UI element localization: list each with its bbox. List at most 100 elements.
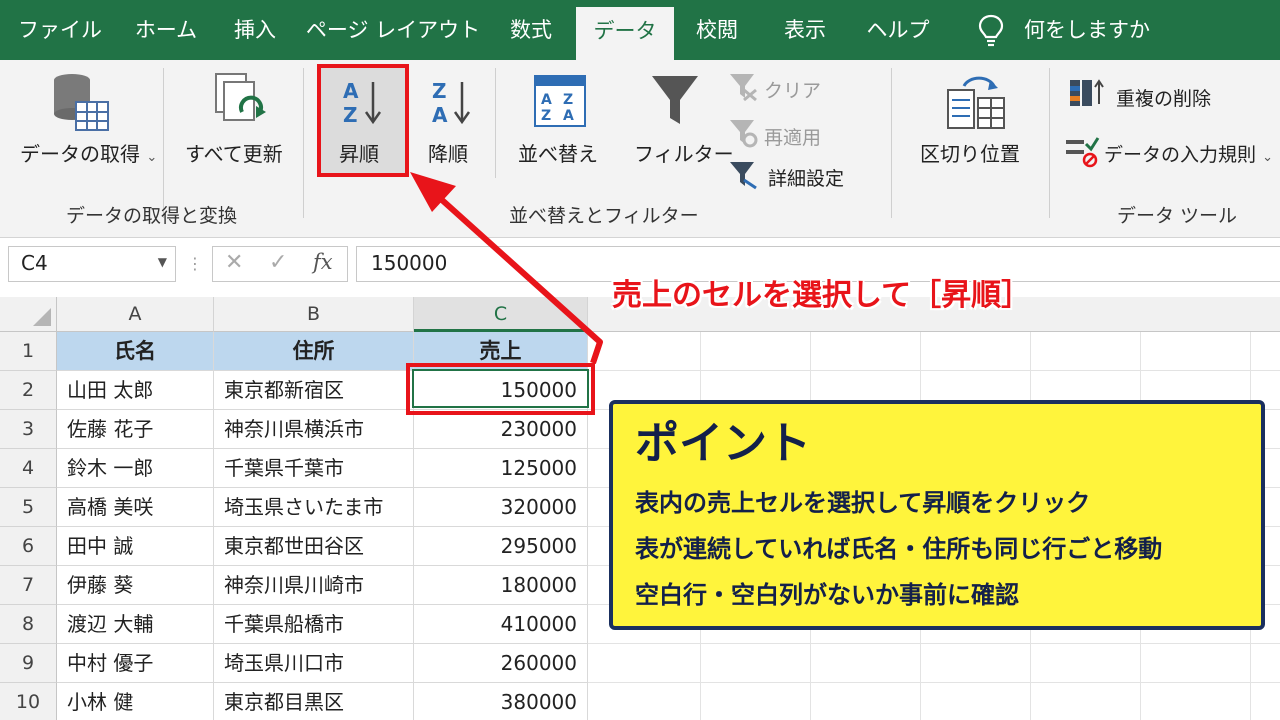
drag-handle-icon[interactable]: ⋮ [187, 254, 203, 273]
svg-text:A: A [541, 92, 552, 108]
advanced-filter-icon [730, 162, 757, 190]
cell-sales[interactable]: 180000 [414, 566, 588, 605]
insert-function-icon[interactable]: fx [313, 250, 333, 274]
ribbon-separator [495, 68, 496, 178]
row-header-3[interactable]: 3 [0, 410, 57, 449]
ribbon-data: データの取得 ⌄ すべて更新 データの取得と変換 A Z 昇順 Z A 降順 A… [0, 60, 1280, 238]
sort-button[interactable]: 並べ替え [518, 138, 598, 167]
column-header-b[interactable]: B [214, 297, 414, 332]
lightbulb-icon [978, 14, 1004, 47]
get-data-label: データの取得 [20, 142, 140, 166]
row-header-9[interactable]: 9 [0, 644, 57, 683]
row-header-2[interactable]: 2 [0, 371, 57, 410]
svg-text:Z: Z [343, 103, 358, 127]
point-callout-box: ポイント 表内の売上セルを選択して昇順をクリック 表が連続していれば氏名・住所も… [609, 400, 1265, 630]
filter-button[interactable]: フィルター [634, 138, 734, 167]
tab-data[interactable]: データ [576, 7, 674, 60]
tab-home[interactable]: ホーム [118, 0, 214, 60]
cell-address[interactable]: 千葉県千葉市 [214, 449, 414, 488]
tab-help[interactable]: ヘルプ [856, 0, 940, 60]
chevron-down-icon: ⌄ [146, 150, 158, 165]
cell-address[interactable]: 東京都目黒区 [214, 683, 414, 720]
column-header-a[interactable]: A [57, 297, 214, 332]
cell-sales[interactable]: 230000 [414, 410, 588, 449]
select-all-corner[interactable] [0, 297, 57, 332]
cell-sales[interactable]: 320000 [414, 488, 588, 527]
cancel-icon[interactable]: ✕ [225, 250, 243, 275]
point-line: 表内の売上セルを選択して昇順をクリック [635, 489, 1091, 517]
tell-me-search[interactable]: 何をしますか [1024, 0, 1150, 60]
header-cell-name[interactable]: 氏名 [57, 332, 214, 371]
reapply-button[interactable]: 再適用 [764, 123, 821, 150]
refresh-all-icon [215, 73, 266, 121]
refresh-all-button[interactable]: すべて更新 [185, 138, 283, 167]
row-header-8[interactable]: 8 [0, 605, 57, 644]
gridline [588, 643, 1280, 644]
tab-file[interactable]: ファイル [10, 0, 110, 60]
sort-ascending-button[interactable]: A Z 昇順 [321, 68, 405, 173]
clear-button[interactable]: クリア [764, 76, 821, 103]
tab-page-layout[interactable]: ページ レイアウト [304, 0, 482, 60]
cell-sales[interactable]: 295000 [414, 527, 588, 566]
cell-address[interactable]: 神奈川県横浜市 [214, 410, 414, 449]
remove-duplicates-button[interactable]: 重複の削除 [1116, 84, 1211, 111]
cell-address[interactable]: 東京都世田谷区 [214, 527, 414, 566]
row-header-7[interactable]: 7 [0, 566, 57, 605]
cell-name[interactable]: 伊藤 葵 [57, 566, 214, 605]
database-icon [54, 74, 109, 131]
cell-name[interactable]: 佐藤 花子 [57, 410, 214, 449]
row-header-1[interactable]: 1 [0, 332, 57, 371]
data-validation-button[interactable]: データの入力規則 ⌄ [1104, 140, 1273, 167]
advanced-button[interactable]: 詳細設定 [768, 164, 844, 191]
header-cell-address[interactable]: 住所 [214, 332, 414, 371]
svg-text:A: A [432, 103, 448, 127]
cell-address[interactable]: 千葉県船橋市 [214, 605, 414, 644]
cell-sales[interactable]: 260000 [414, 644, 588, 683]
filter-funnel-icon [652, 76, 698, 124]
sort-descending-label: 降順 [428, 142, 468, 166]
clear-filter-icon [730, 74, 757, 102]
svg-text:A: A [563, 108, 574, 124]
cell-address[interactable]: 神奈川県川崎市 [214, 566, 414, 605]
svg-text:Z: Z [541, 108, 551, 124]
row-header-6[interactable]: 6 [0, 527, 57, 566]
cell-name[interactable]: 高橋 美咲 [57, 488, 214, 527]
name-box[interactable]: C4 ▼ [8, 246, 176, 282]
cell-address[interactable]: 埼玉県さいたま市 [214, 488, 414, 527]
get-data-button[interactable]: データの取得 ⌄ [20, 138, 157, 167]
text-to-columns-button[interactable]: 区切り位置 [920, 138, 1020, 167]
ribbon-tab-bar: ファイル ホーム 挿入 ページ レイアウト 数式 データ 校閲 表示 ヘルプ 何… [0, 0, 1280, 60]
cell-name[interactable]: 小林 健 [57, 683, 214, 720]
point-title: ポイント [635, 418, 811, 469]
enter-icon[interactable]: ✓ [269, 250, 287, 275]
dropdown-triangle-icon[interactable]: ▼ [158, 255, 167, 269]
group-label-sort-filter: 並べ替えとフィルター [509, 205, 699, 227]
name-box-value: C4 [21, 251, 48, 275]
cell-name[interactable]: 渡辺 大輔 [57, 605, 214, 644]
formula-value: 150000 [371, 251, 448, 275]
column-header-c[interactable]: C [414, 297, 588, 332]
cell-name[interactable]: 田中 誠 [57, 527, 214, 566]
ribbon-separator [1049, 68, 1050, 218]
sort-descending-button[interactable]: Z A 降順 [414, 68, 484, 173]
gridline [588, 370, 1280, 371]
cell-address[interactable]: 埼玉県川口市 [214, 644, 414, 683]
selected-cell-highlight [406, 363, 595, 415]
chevron-down-icon: ⌄ [1262, 150, 1273, 165]
tab-review[interactable]: 校閲 [684, 0, 750, 60]
data-validation-icon [1066, 137, 1100, 168]
cell-name[interactable]: 鈴木 一郎 [57, 449, 214, 488]
tab-formulas[interactable]: 数式 [496, 0, 566, 60]
cell-sales[interactable]: 410000 [414, 605, 588, 644]
row-header-10[interactable]: 10 [0, 683, 57, 720]
cell-sales[interactable]: 380000 [414, 683, 588, 720]
tab-view[interactable]: 表示 [770, 0, 840, 60]
cell-name[interactable]: 中村 優子 [57, 644, 214, 683]
row-header-4[interactable]: 4 [0, 449, 57, 488]
row-header-5[interactable]: 5 [0, 488, 57, 527]
cell-address[interactable]: 東京都新宿区 [214, 371, 414, 410]
cell-name[interactable]: 山田 太郎 [57, 371, 214, 410]
cell-sales[interactable]: 125000 [414, 449, 588, 488]
formula-buttons: ✕ ✓ fx [212, 246, 348, 282]
tab-insert[interactable]: 挿入 [222, 0, 288, 60]
